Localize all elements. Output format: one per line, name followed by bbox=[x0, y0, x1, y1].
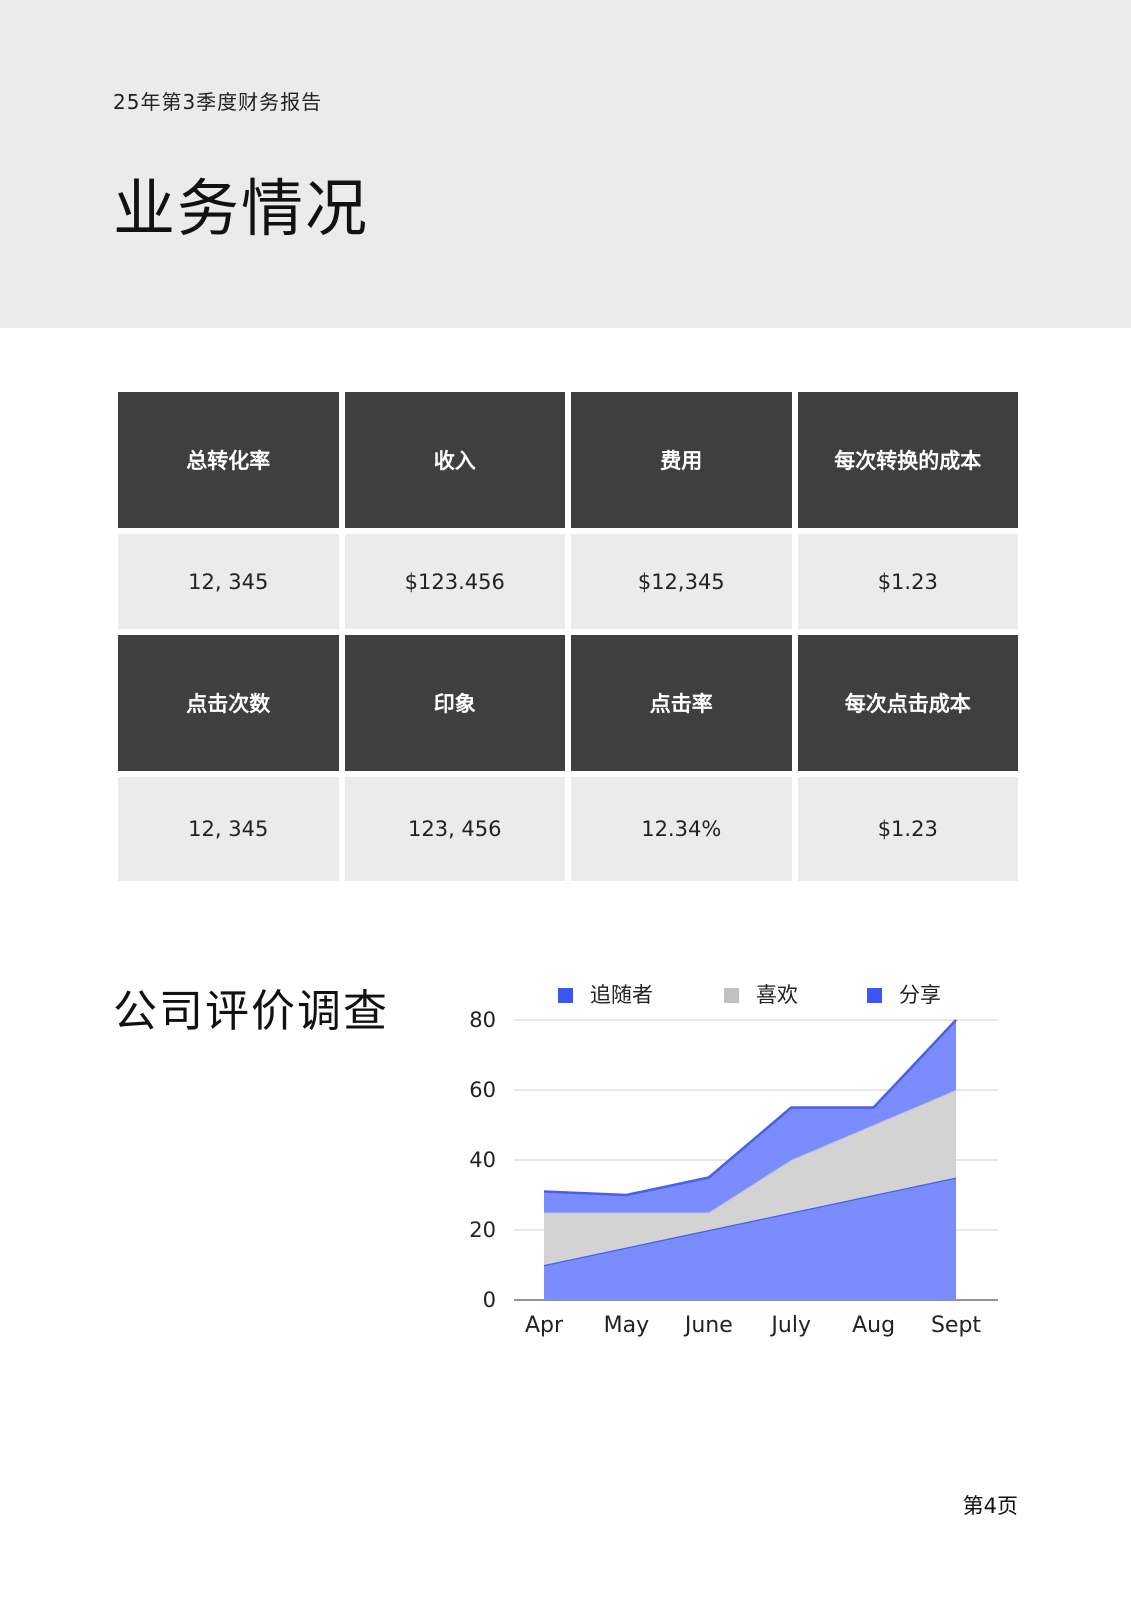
metric-value-ctr: 12.34% bbox=[571, 777, 792, 881]
page-title: 业务情况 bbox=[113, 172, 370, 245]
metrics-grid: 总转化率 收入 费用 每次转换的成本 12, 345 $123.456 $12,… bbox=[118, 392, 1018, 887]
y-tick-label: 60 bbox=[469, 1078, 496, 1102]
report-label: 25年第3季度财务报告 bbox=[113, 90, 323, 114]
metric-value-row: 12, 345 $123.456 $12,345 $1.23 bbox=[118, 534, 1018, 629]
x-tick-label: Apr bbox=[525, 1313, 564, 1338]
header-band: 25年第3季度财务报告 业务情况 bbox=[0, 0, 1131, 328]
x-tick-label: May bbox=[604, 1313, 649, 1338]
metric-value-total-conversion: 12, 345 bbox=[118, 534, 339, 629]
y-tick-label: 80 bbox=[469, 1008, 496, 1032]
metric-header-row: 点击次数 印象 点击率 每次点击成本 bbox=[118, 635, 1018, 771]
x-tick-label: Sept bbox=[931, 1313, 981, 1338]
metric-label-impressions: 印象 bbox=[344, 635, 565, 771]
legend-label: 喜欢 bbox=[756, 983, 798, 1007]
legend-swatch bbox=[724, 988, 739, 1003]
metric-value-revenue: $123.456 bbox=[344, 534, 565, 629]
survey-title: 公司评价调查 bbox=[113, 986, 389, 1037]
x-tick-label: July bbox=[769, 1313, 811, 1338]
page-number: 第4页 bbox=[962, 1494, 1018, 1518]
x-tick-label: June bbox=[683, 1313, 733, 1338]
y-tick-label: 40 bbox=[469, 1148, 496, 1172]
y-tick-label: 0 bbox=[483, 1288, 496, 1312]
area-chart: 0 20 40 60 80 Apr May June July Aug Sept 追随者 喜欢 分享 bbox=[440, 970, 1040, 1370]
metric-value-cost-per-click: $1.23 bbox=[797, 777, 1018, 881]
legend-label: 追随者 bbox=[590, 983, 653, 1007]
y-tick-label: 20 bbox=[469, 1218, 496, 1242]
area-chart-svg: 0 20 40 60 80 Apr May June July Aug Sept 追随者 喜欢 分享 bbox=[469, 983, 998, 1338]
metric-value-cost-per-conversion: $1.23 bbox=[797, 534, 1018, 629]
metric-header-row: 总转化率 收入 费用 每次转换的成本 bbox=[118, 392, 1018, 528]
metric-value-expense: $12,345 bbox=[571, 534, 792, 629]
metric-label-clicks: 点击次数 bbox=[118, 635, 339, 771]
metric-label-cost-per-conversion: 每次转换的成本 bbox=[797, 392, 1018, 528]
metric-label-total-conversion: 总转化率 bbox=[118, 392, 339, 528]
metric-label-revenue: 收入 bbox=[344, 392, 565, 528]
legend-label: 分享 bbox=[899, 983, 941, 1007]
metric-label-cost-per-click: 每次点击成本 bbox=[797, 635, 1018, 771]
legend-swatch bbox=[558, 988, 573, 1003]
metric-value-row: 12, 345 123, 456 12.34% $1.23 bbox=[118, 777, 1018, 881]
metric-label-expense: 费用 bbox=[571, 392, 792, 528]
metric-label-ctr: 点击率 bbox=[571, 635, 792, 771]
metric-value-clicks: 12, 345 bbox=[118, 777, 339, 881]
x-tick-label: Aug bbox=[852, 1313, 895, 1338]
legend-swatch bbox=[867, 988, 882, 1003]
metric-value-impressions: 123, 456 bbox=[344, 777, 565, 881]
